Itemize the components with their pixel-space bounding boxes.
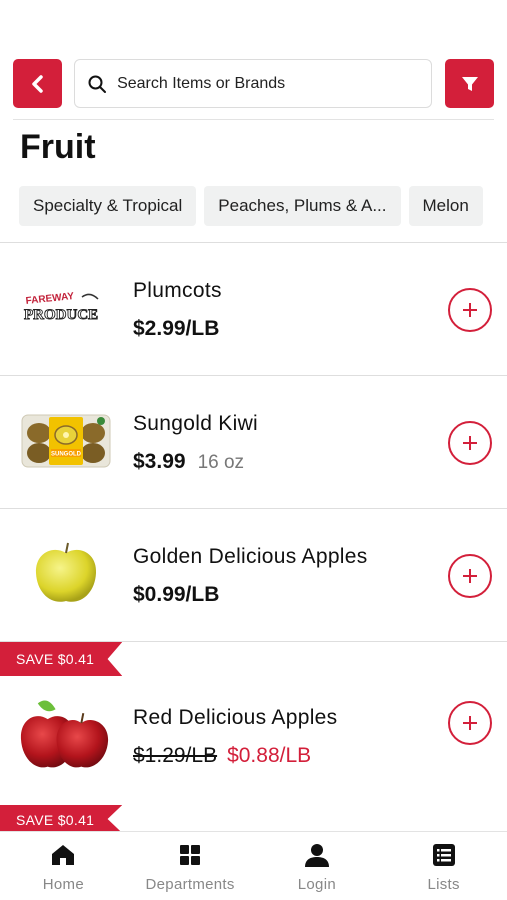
chip-specialty-tropical[interactable]: Specialty & Tropical [19, 186, 197, 226]
sale-price: $0.88/LB [227, 744, 312, 767]
category-chips: Specialty & Tropical Peaches, Plums & A..… [19, 186, 494, 226]
product-name[interactable]: Golden Delicious Apples [133, 545, 368, 569]
add-to-cart-button[interactable] [448, 421, 492, 465]
sale-badge: SAVE $0.41 [0, 805, 123, 833]
product-size: 16 oz [197, 452, 245, 473]
svg-text:SUNGOLD: SUNGOLD [51, 452, 82, 458]
product-row-golden-delicious[interactable]: Golden Delicious Apples $0.99/LB [0, 508, 507, 641]
product-price: $0.99/LB [133, 583, 220, 606]
product-name[interactable]: Plumcots [133, 279, 222, 303]
nav-label: Login [297, 876, 336, 893]
svg-text:FAREWAY: FAREWAY [25, 291, 75, 307]
red-apples-image [18, 700, 113, 770]
search-icon [87, 73, 107, 95]
grid-icon [177, 842, 203, 868]
fareway-produce-logo: FAREWAY PRODUCE [18, 273, 113, 343]
product-row-plumcots[interactable]: FAREWAY PRODUCE Plumcots $2.99/LB [0, 242, 507, 375]
nav-login[interactable]: Login [254, 832, 381, 900]
filter-button[interactable] [445, 59, 494, 108]
add-to-cart-button[interactable] [448, 701, 492, 745]
header-divider [13, 119, 494, 120]
filter-icon [461, 76, 478, 91]
nav-departments[interactable]: Departments [127, 832, 254, 900]
page-title: Fruit [20, 128, 96, 166]
product-price: $2.99/LB [133, 317, 220, 340]
original-price: $1.29/LB [133, 744, 218, 767]
golden-apple-image [18, 539, 113, 609]
kiwi-package-image: SUNGOLD [18, 406, 113, 476]
back-button[interactable] [13, 59, 62, 108]
nav-lists[interactable]: Lists [380, 832, 507, 900]
chip-peaches-plums[interactable]: Peaches, Plums & A... [204, 186, 401, 226]
add-to-cart-button[interactable] [448, 554, 492, 598]
chip-melon[interactable]: Melon [408, 186, 483, 226]
product-row-red-delicious[interactable]: SAVE $0.41 Red Delicious Apples $1.29/LB… [0, 641, 507, 803]
nav-label: Departments [145, 876, 235, 893]
svg-text:PRODUCE: PRODUCE [24, 307, 98, 323]
home-icon [50, 842, 76, 868]
product-price: $1.29/LB $0.88/LB [133, 744, 311, 768]
nav-home[interactable]: Home [0, 832, 127, 900]
add-to-cart-button[interactable] [448, 288, 492, 332]
product-list: FAREWAY PRODUCE Plumcots $2.99/LB SUNGOL… [0, 242, 507, 803]
top-bar [13, 58, 494, 108]
nav-label: Lists [427, 876, 460, 893]
search-bar[interactable] [74, 59, 432, 108]
product-name[interactable]: Red Delicious Apples [133, 706, 337, 730]
plus-icon [463, 303, 477, 317]
list-icon [431, 842, 457, 868]
person-icon [304, 842, 330, 868]
nav-label: Home [42, 876, 84, 893]
search-input[interactable] [117, 74, 431, 93]
product-row-sungold-kiwi[interactable]: SUNGOLD Sungold Kiwi $3.99 16 oz [0, 375, 507, 508]
sale-badge: SAVE $0.41 [0, 642, 123, 676]
bottom-nav: Home Departments Login Lists [0, 831, 507, 900]
chevron-left-icon [31, 74, 43, 93]
product-price: $3.99 16 oz [133, 450, 245, 473]
plus-icon [463, 436, 477, 450]
plus-icon [463, 569, 477, 583]
plus-icon [463, 716, 477, 730]
product-name[interactable]: Sungold Kiwi [133, 412, 258, 436]
